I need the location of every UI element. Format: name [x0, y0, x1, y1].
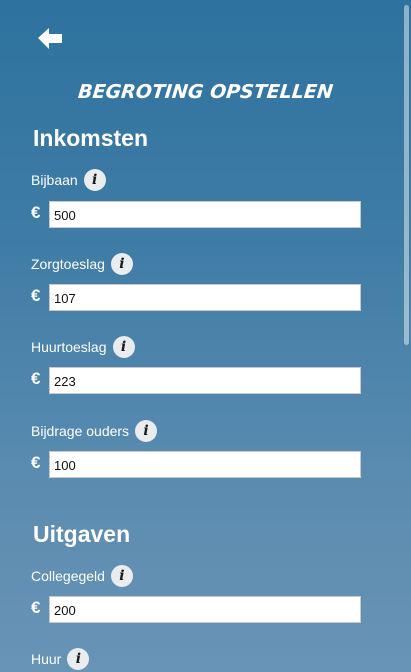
field-row-bijbaan: € — [31, 201, 362, 229]
field-label-text: Huurtoeslag — [31, 339, 107, 355]
back-button[interactable] — [36, 27, 64, 51]
info-icon[interactable]: i — [112, 336, 135, 358]
zorgtoeslag-input[interactable] — [49, 284, 361, 311]
huurtoeslag-input[interactable] — [49, 367, 361, 394]
field-label-text: Collegegeld — [31, 568, 105, 584]
field-label-huurtoeslag: Huurtoeslag i — [31, 335, 135, 359]
bijdrage-ouders-input[interactable] — [49, 451, 361, 478]
euro-symbol: € — [31, 369, 41, 388]
section-title-income: Inkomsten — [33, 125, 149, 151]
field-row-huurtoeslag: € — [31, 367, 362, 395]
field-label-bijdrage-ouders: Bijdrage ouders i — [31, 419, 158, 443]
field-label-huur: Huur i — [31, 647, 90, 671]
field-label-text: Bijbaan — [31, 172, 78, 188]
field-label-text: Zorgtoeslag — [31, 256, 105, 272]
field-label-text: Huur — [31, 651, 62, 667]
info-icon[interactable]: i — [110, 253, 133, 275]
page-title: Begroting opstellen — [76, 81, 335, 103]
info-icon[interactable]: i — [135, 420, 158, 442]
field-label-zorgtoeslag: Zorgtoeslag i — [31, 252, 133, 276]
bijbaan-input[interactable] — [49, 201, 361, 228]
back-arrow-icon — [38, 28, 62, 49]
info-icon[interactable]: i — [110, 565, 133, 587]
euro-symbol: € — [31, 453, 41, 472]
field-row-zorgtoeslag: € — [31, 284, 362, 312]
field-label-text: Bijdrage ouders — [31, 423, 130, 439]
field-row-collegegeld: € — [31, 596, 362, 624]
section-title-expenses: Uitgaven — [33, 521, 131, 547]
field-label-bijbaan: Bijbaan i — [31, 168, 106, 192]
field-label-collegegeld: Collegegeld i — [31, 564, 133, 588]
euro-symbol: € — [31, 203, 41, 222]
field-row-bijdrage-ouders: € — [31, 451, 362, 479]
scrollbar[interactable] — [404, 5, 409, 345]
info-icon[interactable]: i — [67, 648, 90, 670]
info-icon[interactable]: i — [83, 169, 106, 191]
collegegeld-input[interactable] — [49, 596, 361, 623]
euro-symbol: € — [31, 286, 41, 305]
euro-symbol: € — [31, 598, 41, 617]
